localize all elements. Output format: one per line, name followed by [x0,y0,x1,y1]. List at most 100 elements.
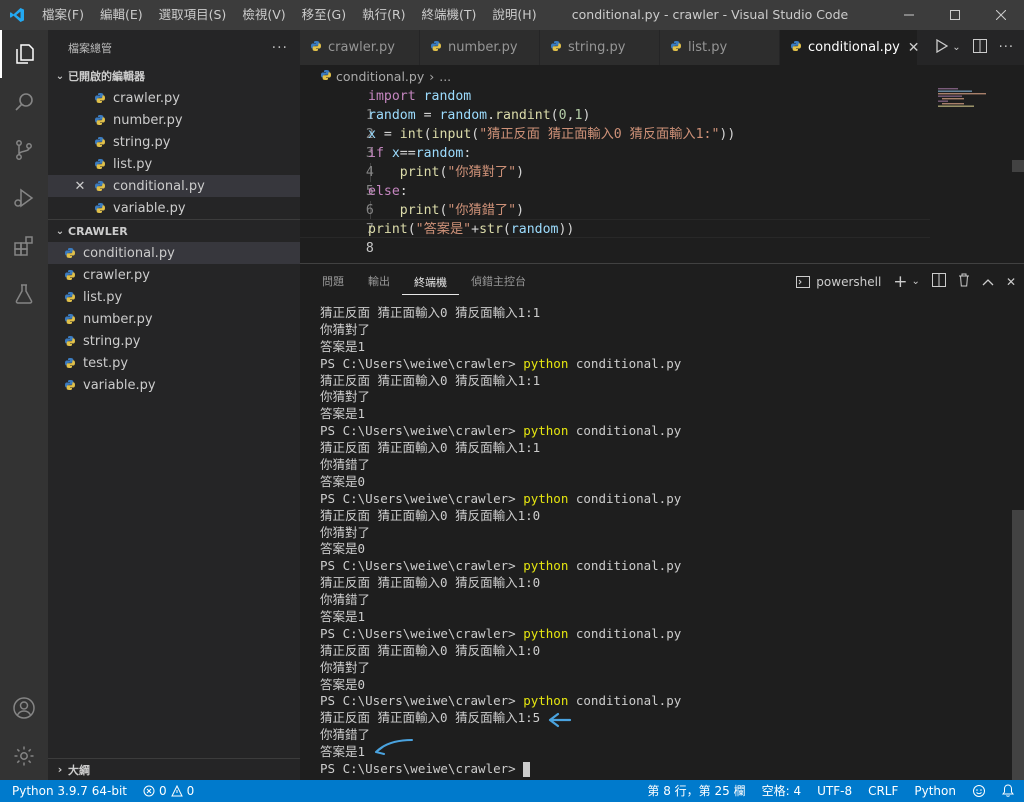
chevron-down-icon[interactable]: ⌄ [952,42,960,53]
settings-gear-icon[interactable] [0,732,48,780]
close-panel-icon[interactable]: ✕ [1006,275,1016,289]
python-file-icon [320,69,332,84]
menu-run[interactable]: 執行(R) [354,0,413,30]
explorer-icon[interactable] [0,30,48,78]
function-name: input [431,127,472,142]
identifier: random [415,146,464,161]
terminal-shell-selector[interactable]: powershell [796,275,881,289]
file-label: string.py [83,333,141,349]
file-item[interactable]: string.py [48,330,300,352]
chevron-down-icon[interactable]: ⌄ [912,276,920,287]
comma: , [566,108,575,123]
close-editor-icon[interactable]: ✕ [72,179,88,194]
end-of-line[interactable]: CRLF [860,780,906,802]
new-terminal-plus-icon[interactable]: + [893,272,907,292]
feedback-icon[interactable] [964,780,994,802]
file-label: test.py [83,355,129,371]
open-editor-item[interactable]: list.py [48,153,300,175]
tab-label: conditional.py [808,40,900,55]
minimize-icon[interactable] [886,0,932,30]
terminal-line: PS C:\Users\weiwe\crawler> python condit… [320,625,682,641]
indentation[interactable]: 空格: 4 [754,780,810,802]
annotation-arrow-icon [548,712,572,728]
file-item[interactable]: number.py [48,308,300,330]
menu-file[interactable]: 檔案(F) [34,0,92,30]
file-item[interactable]: crawler.py [48,264,300,286]
split-terminal-icon[interactable] [931,273,946,290]
file-item[interactable]: test.py [48,352,300,374]
extensions-icon[interactable] [0,222,48,270]
menu-edit[interactable]: 編輯(E) [92,0,151,30]
file-label: variable.py [83,377,156,393]
outline-section[interactable]: › 大綱 [48,758,300,780]
breadcrumb-file[interactable]: conditional.py [336,69,424,84]
terminal-line: 你猜對了 [320,524,371,540]
explorer-sidebar: 檔案總管 ··· ⌄ 已開啟的編輯器 crawler.py number.py … [48,30,300,780]
maximize-icon[interactable] [932,0,978,30]
more-actions-icon[interactable]: ··· [272,40,288,56]
file-item[interactable]: list.py [48,286,300,308]
run-debug-icon[interactable] [0,174,48,222]
tab-output[interactable]: 輸出 [356,264,402,299]
file-item[interactable]: variable.py [48,374,300,396]
python-interpreter[interactable]: Python 3.9.7 64-bit [0,780,135,802]
account-icon[interactable] [0,684,48,732]
file-item-active[interactable]: conditional.py [48,242,300,264]
open-editor-item[interactable]: string.py [48,131,300,153]
tab-debug-console[interactable]: 偵錯主控台 [459,264,538,299]
open-editor-item[interactable]: crawler.py [48,87,300,109]
open-editor-item[interactable]: variable.py [48,197,300,219]
tab-problems[interactable]: 問題 [310,264,356,299]
minimap[interactable] [936,87,1010,107]
tab-crawler[interactable]: crawler.py [300,30,420,65]
file-label: conditional.py [83,245,175,261]
encoding[interactable]: UTF-8 [809,780,860,802]
maximize-panel-chevron-up-icon[interactable] [982,275,994,289]
terminal-line: 你猜錯了 [320,592,371,608]
tab-list[interactable]: list.py [660,30,780,65]
terminal-line: 你猜錯了 [320,727,371,743]
terminal-output[interactable]: 猜正反面 猜正面輸入0 猜反面輸入1:1 你猜對了 答案是1 PS C:\Use… [320,305,1010,778]
source-control-icon[interactable] [0,126,48,174]
terminal-cursor [523,762,531,778]
run-play-icon[interactable] [936,38,949,57]
explorer-header: 檔案總管 ··· [48,30,300,65]
folder-section-crawler[interactable]: ⌄ CRAWLER [48,220,300,242]
breadcrumb-symbols[interactable]: ... [439,69,451,84]
testing-flask-icon[interactable] [0,270,48,318]
open-editor-label: string.py [113,134,171,150]
python-file-icon [62,377,78,393]
problems-indicator[interactable]: 0 0 [135,780,202,802]
more-actions-icon[interactable]: ··· [999,40,1014,55]
cursor-position[interactable]: 第 8 行，第 25 欄 [639,780,753,802]
menu-terminal[interactable]: 終端機(T) [414,0,485,30]
open-editor-item[interactable]: number.py [48,109,300,131]
function-name: print [399,203,440,218]
terminal-line: PS C:\Users\weiwe\crawler> python condit… [320,693,682,709]
search-icon[interactable] [0,78,48,126]
menu-view[interactable]: 檢視(V) [234,0,293,30]
trash-icon[interactable] [958,273,970,290]
language-mode[interactable]: Python [906,780,964,802]
tab-number[interactable]: number.py [420,30,540,65]
notifications-bell-icon[interactable] [994,780,1024,802]
menu-help[interactable]: 說明(H) [484,0,544,30]
tab-string[interactable]: string.py [540,30,660,65]
tab-terminal[interactable]: 終端機 [402,268,459,295]
menu-go[interactable]: 移至(G) [294,0,354,30]
shell-name: powershell [816,274,882,289]
bottom-panel: 問題 輸出 終端機 偵錯主控台 powershell + ⌄ ✕ 猜正反面 猜正… [300,263,1024,780]
close-window-icon[interactable] [978,0,1024,30]
terminal-scrollbar[interactable] [1012,510,1024,780]
open-editors-section[interactable]: ⌄ 已開啟的編輯器 [48,65,300,87]
editor-scrollbar[interactable] [1012,160,1024,172]
error-icon [143,785,155,797]
code-editor[interactable]: 1 import random 2 random = random.randin… [300,87,1024,263]
close-tab-icon[interactable]: ✕ [908,40,920,56]
menu-selection[interactable]: 選取項目(S) [151,0,235,30]
vscode-logo-icon[interactable] [0,0,34,30]
open-editor-item-active[interactable]: ✕ conditional.py [48,175,300,197]
tab-conditional[interactable]: conditional.py ✕ [780,30,920,65]
python-file-icon [92,134,108,150]
split-editor-icon[interactable] [972,38,987,57]
